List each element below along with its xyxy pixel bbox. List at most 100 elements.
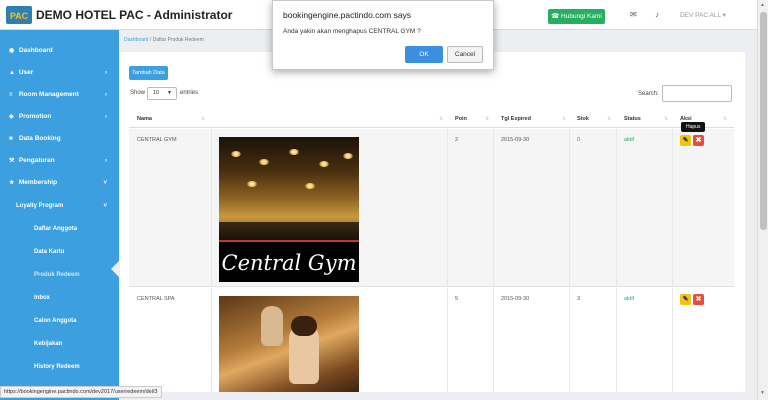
column-divider <box>211 129 212 286</box>
column-divider <box>211 288 212 392</box>
hotel-logo[interactable]: PAC <box>6 6 32 24</box>
column-header-stok[interactable]: Stok <box>577 116 589 122</box>
sidebar-item-kebijakan[interactable]: Kebijakan <box>0 334 119 354</box>
column-divider <box>672 129 673 286</box>
sidebar-item-room-management[interactable]: ≡ Room Management › <box>0 85 119 105</box>
column-divider <box>493 129 494 286</box>
table-header: Nama ⇅ ⇅ Poin ⇅ Tgl Expired ⇅ Stok ⇅ Sta… <box>129 112 734 128</box>
entries-select[interactable]: 10 ▼ <box>147 87 177 100</box>
cell-poin: 5 <box>455 296 459 302</box>
ok-button[interactable]: OK <box>405 46 443 63</box>
column-header-nama[interactable]: Nama <box>137 116 152 122</box>
dialog-title: bookingengine.pactindo.com says <box>283 10 412 20</box>
edit-button[interactable]: ✎ <box>680 135 691 146</box>
contact-us-button[interactable]: ☎ Hubungi Kami <box>548 9 605 24</box>
sort-icon[interactable]: ⇅ <box>439 116 443 122</box>
sidebar-item-calon-anggota[interactable]: Calon Anggota <box>0 311 119 331</box>
close-icon: ✖ <box>695 296 702 303</box>
sidebar-item-pengaturan[interactable]: ⚒ Pengaturan › <box>0 151 119 171</box>
column-divider <box>493 288 494 392</box>
column-divider <box>672 288 673 392</box>
sidebar-item-label: Dashboard <box>18 47 53 54</box>
delete-tooltip: Hapus <box>681 122 706 132</box>
column-header-poin[interactable]: Poin <box>455 116 467 122</box>
sort-icon[interactable]: ⇅ <box>664 116 668 122</box>
entries-label: entries <box>180 90 199 96</box>
cell-poin: 2 <box>455 137 459 143</box>
image-light <box>231 151 241 157</box>
status-url-bar: https://bookingengine.pactindo.com/dev20… <box>0 386 162 398</box>
column-header-status[interactable]: Status <box>624 116 641 122</box>
user-icon: ▲ <box>9 70 15 76</box>
pencil-icon: ✎ <box>682 296 689 303</box>
product-image-central-spa <box>219 296 359 392</box>
sidebar-item-daftar-anggota[interactable]: Daftar Anggota <box>0 219 119 239</box>
sidebar: ◉ Dashboard ▲ User › ≡ Room Management ›… <box>0 30 119 400</box>
dashboard-icon: ◉ <box>9 48 15 54</box>
breadcrumb: Dashboard / Daftar Produk Redeem <box>124 37 204 43</box>
edit-button[interactable]: ✎ <box>680 294 691 305</box>
sidebar-item-produk-redeem[interactable]: Produk Redeem <box>0 265 119 285</box>
sidebar-item-inbox[interactable]: Inbox <box>0 288 119 308</box>
sidebar-item-data-booking[interactable]: ■ Data Booking <box>0 129 119 149</box>
sidebar-item-label: Promotion <box>18 113 52 120</box>
image-light <box>319 161 329 167</box>
dropdown-arrow-icon: ▼ <box>167 90 172 96</box>
breadcrumb-home-link[interactable]: Dashboard <box>124 37 148 43</box>
sort-icon[interactable]: ⇅ <box>607 116 611 122</box>
column-divider <box>616 288 617 392</box>
cell-stok: 3 <box>577 296 581 302</box>
cell-status: aktif <box>624 296 635 302</box>
sidebar-item-label: Data Booking <box>18 135 61 142</box>
content-panel: Tambah Data Show 10 ▼ entries Search: Na… <box>120 52 745 392</box>
calendar-icon: ■ <box>9 136 13 142</box>
image-floor <box>219 222 359 240</box>
image-light <box>247 181 257 187</box>
scroll-up-icon[interactable]: ▲ <box>760 2 765 8</box>
user-menu[interactable]: DEV PAC ALL ▾ <box>680 11 726 19</box>
sidebar-item-loyalty-program[interactable]: Loyalty Program ˅ <box>0 196 119 216</box>
sidebar-item-label: Pengaturan <box>18 157 55 164</box>
cell-stok: 0 <box>577 137 581 143</box>
sidebar-item-promotion[interactable]: ◆ Promotion › <box>0 107 119 127</box>
image-figure <box>291 316 317 336</box>
scroll-down-icon[interactable]: ▼ <box>760 390 765 396</box>
sort-icon[interactable]: ⇅ <box>723 116 727 122</box>
list-icon: ≡ <box>9 92 13 98</box>
bell-icon[interactable]: ♪ <box>655 10 659 19</box>
sort-icon[interactable]: ⇅ <box>201 116 205 122</box>
chevron-down-icon: ˅ <box>103 180 107 186</box>
mail-icon[interactable]: ✉ <box>630 10 637 19</box>
sidebar-item-dashboard[interactable]: ◉ Dashboard <box>0 41 119 61</box>
add-data-button[interactable]: Tambah Data <box>129 66 168 80</box>
column-divider <box>447 129 448 286</box>
sort-icon[interactable]: ⇅ <box>485 116 489 122</box>
page-scrollbar[interactable]: ▲ ▼ <box>757 0 768 400</box>
column-divider <box>569 129 570 286</box>
image-light <box>289 149 299 155</box>
chevron-right-icon: › <box>105 114 107 120</box>
scrollbar-thumb[interactable] <box>760 12 767 230</box>
cancel-button[interactable]: Cancel <box>447 46 483 63</box>
entries-value: 10 <box>153 90 160 96</box>
sidebar-item-label: Room Management <box>18 91 79 98</box>
image-light <box>305 183 315 189</box>
confirm-dialog: bookingengine.pactindo.com says Anda yak… <box>272 0 494 70</box>
delete-button[interactable]: ✖ <box>693 294 704 305</box>
column-divider <box>616 129 617 286</box>
app-title: DEMO HOTEL PAC - Administrator <box>36 8 233 22</box>
chevron-right-icon: › <box>105 70 107 76</box>
search-label: Search: <box>638 91 659 97</box>
delete-button[interactable]: ✖ <box>693 135 704 146</box>
table-row: CENTRAL SPA 5 2015-09-30 3 aktif ✎ ✖ <box>129 288 734 392</box>
chevron-down-icon: ˅ <box>103 203 107 209</box>
column-divider <box>569 288 570 392</box>
sidebar-item-membership[interactable]: ★ Membership ˅ <box>0 173 119 193</box>
sidebar-item-user[interactable]: ▲ User › <box>0 63 119 83</box>
sidebar-item-history-redeem[interactable]: History Redeem <box>0 357 119 377</box>
search-input[interactable] <box>662 85 732 102</box>
sort-icon[interactable]: ⇅ <box>562 116 566 122</box>
sidebar-item-data-kartu[interactable]: Data Kartu <box>0 242 119 262</box>
column-header-tgl-expired[interactable]: Tgl Expired <box>501 116 531 122</box>
show-label: Show <box>130 90 146 96</box>
